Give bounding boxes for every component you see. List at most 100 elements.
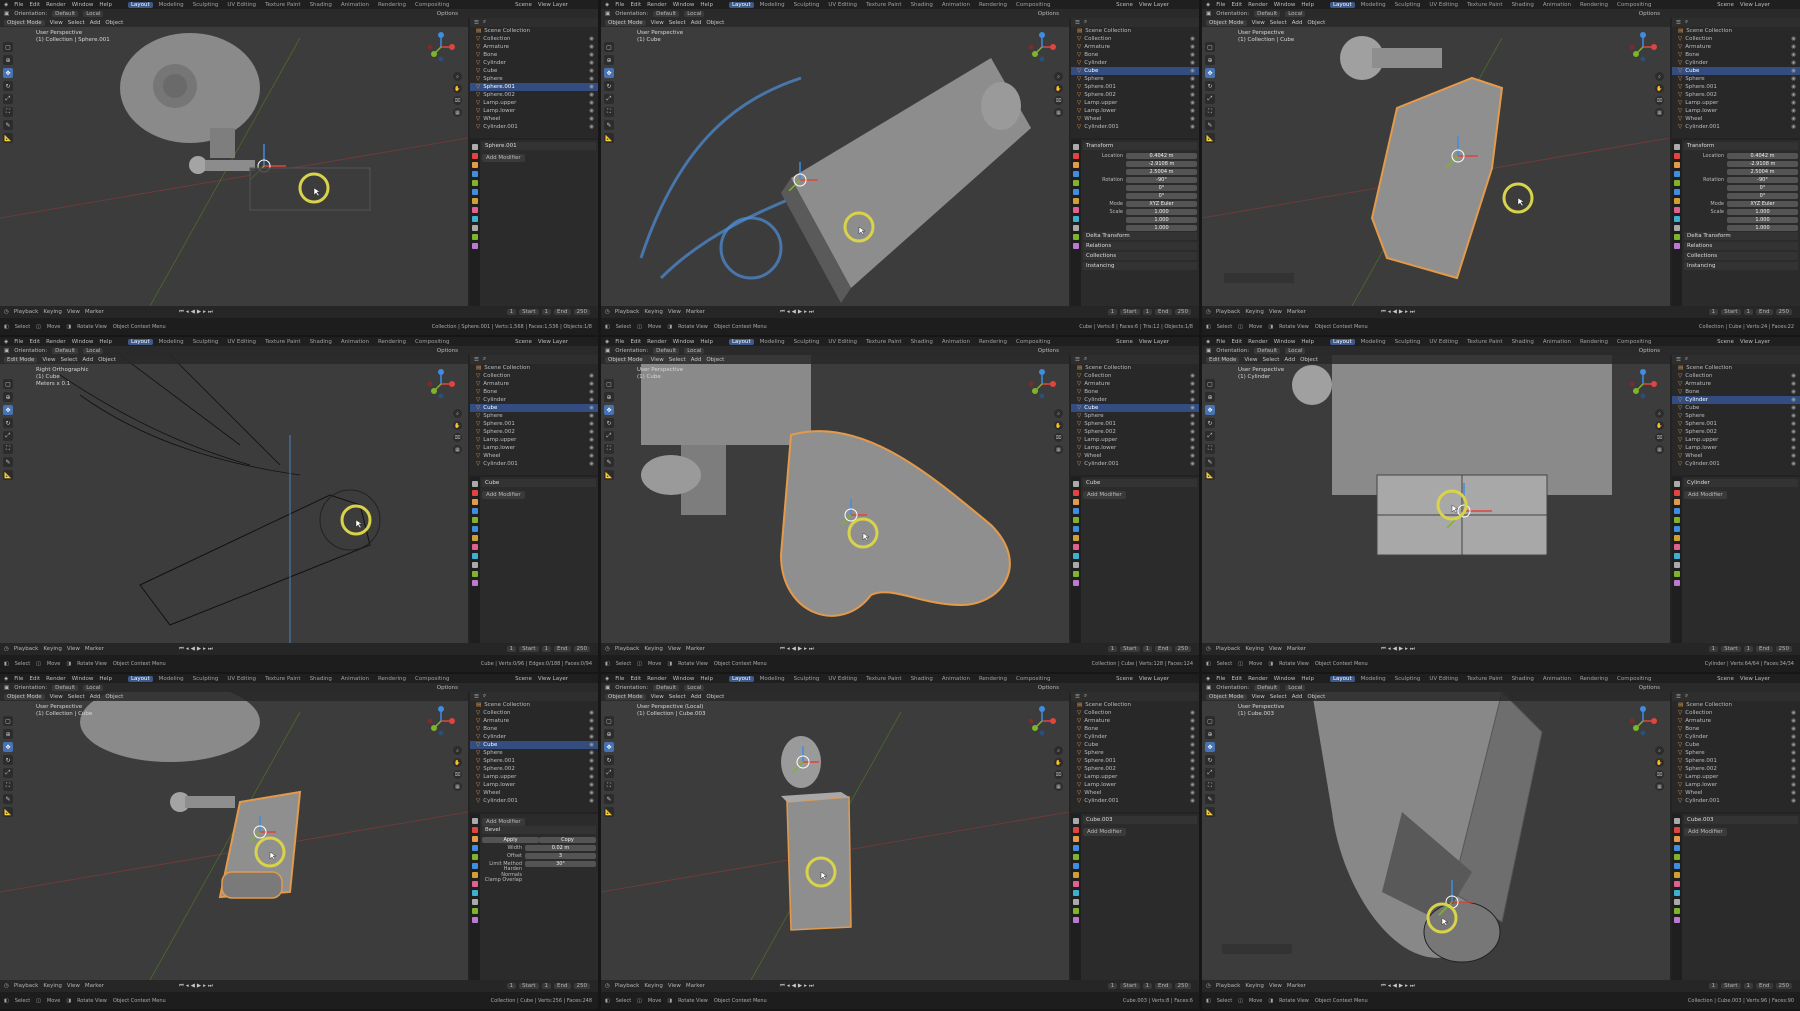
outliner-item[interactable]: ▽ Armature ◉ xyxy=(1071,717,1199,725)
outliner-item[interactable]: ▽ Sphere.001 ◉ xyxy=(1672,420,1800,428)
tab-modeling[interactable]: Modeling xyxy=(156,676,187,682)
menu-add[interactable]: Add xyxy=(90,20,101,26)
start-frame-field[interactable]: 1 xyxy=(541,983,552,989)
orientation-dropdown[interactable]: Default xyxy=(52,10,79,17)
outliner-item[interactable]: ▽ Sphere ◉ xyxy=(1672,412,1800,420)
3d-viewport[interactable]: Edit Mode View Select Add Object User Pe… xyxy=(1202,355,1670,643)
measure-icon[interactable]: 📐 xyxy=(1205,807,1215,817)
editor-type-icon[interactable]: ▣ xyxy=(605,685,610,691)
3d-viewport[interactable]: Object Mode View Select Add Object User … xyxy=(601,18,1069,306)
outliner-item[interactable]: ▽ Lamp.lower ◉ xyxy=(1672,107,1800,115)
tab-shading[interactable]: Shading xyxy=(1509,676,1537,682)
tab-uv-editing[interactable]: UV Editing xyxy=(825,2,860,8)
annotate-icon[interactable]: ✎ xyxy=(604,120,614,130)
timeline-icon[interactable]: ◷ xyxy=(605,309,610,315)
visibility-eye-icon[interactable]: ◉ xyxy=(589,68,594,74)
menu-file[interactable]: File xyxy=(14,676,23,682)
play-icon[interactable]: ▶ xyxy=(1399,646,1403,653)
properties-tab-icon[interactable] xyxy=(1674,845,1680,851)
ortho-toggle-icon[interactable]: ▦ xyxy=(1655,445,1664,454)
properties-tab-icon[interactable] xyxy=(1073,243,1079,249)
visibility-eye-icon[interactable]: ◉ xyxy=(589,758,594,764)
outliner-item[interactable]: ▽ Bone ◉ xyxy=(1672,388,1800,396)
transform-icon[interactable]: ⛶ xyxy=(3,781,13,791)
timeline-marker[interactable]: Marker xyxy=(1287,646,1306,652)
properties-tab-icon[interactable] xyxy=(472,171,478,177)
move-icon[interactable]: ✥ xyxy=(1205,68,1215,78)
properties-tab-icon[interactable] xyxy=(1073,508,1079,514)
outliner-filter-icon[interactable]: ☰ xyxy=(474,694,479,700)
transform-panel-title[interactable]: Transform xyxy=(1083,142,1197,150)
menu-select[interactable]: Select xyxy=(1270,20,1287,26)
outliner-item[interactable]: ▽ Sphere.001 ◉ xyxy=(1672,757,1800,765)
mode-dropdown[interactable]: Object Mode xyxy=(605,356,646,363)
camera-icon[interactable]: ⌧ xyxy=(453,770,462,779)
menu-view[interactable]: View xyxy=(1252,694,1265,700)
properties-tab-icon[interactable] xyxy=(1674,818,1680,824)
properties-tab-icon[interactable] xyxy=(472,225,478,231)
visibility-eye-icon[interactable]: ◉ xyxy=(589,782,594,788)
properties-tab-icon[interactable] xyxy=(472,890,478,896)
zoom-icon[interactable]: ⌕ xyxy=(1655,746,1664,755)
visibility-eye-icon[interactable]: ◉ xyxy=(589,718,594,724)
properties-tab-icon[interactable] xyxy=(472,917,478,923)
outliner-item[interactable]: ▽ Lamp.lower ◉ xyxy=(470,444,598,452)
outliner-item[interactable]: ▽ Cylinder ◉ xyxy=(470,59,598,67)
menu-render[interactable]: Render xyxy=(46,2,66,8)
current-frame-field[interactable]: 1 xyxy=(506,646,517,652)
view-layer-selector[interactable]: View Layer xyxy=(538,339,598,345)
timeline-playback[interactable]: Playback xyxy=(1216,646,1241,652)
scale-icon[interactable]: ⤢ xyxy=(3,94,13,104)
properties-tab-icon[interactable] xyxy=(1674,553,1680,559)
menu-edit[interactable]: Edit xyxy=(630,676,641,682)
visibility-eye-icon[interactable]: ◉ xyxy=(589,373,594,379)
transform-pivot-dropdown[interactable]: Local xyxy=(1285,10,1306,17)
timeline-view[interactable]: View xyxy=(1269,983,1282,989)
properties-tab-icon[interactable] xyxy=(472,216,478,222)
navigation-gizmo[interactable] xyxy=(1628,32,1658,62)
next-key-icon[interactable]: ▸ xyxy=(804,646,807,653)
properties-tab-icon[interactable] xyxy=(472,153,478,159)
outliner-item[interactable]: ▽ Armature ◉ xyxy=(1071,43,1199,51)
outliner-item[interactable]: ▽ Lamp.lower ◉ xyxy=(1071,781,1199,789)
outliner-item[interactable]: ▽ Wheel ◉ xyxy=(1071,789,1199,797)
menu-view[interactable]: View xyxy=(1252,20,1265,26)
properties-tab-icon[interactable] xyxy=(472,499,478,505)
outliner-filter-icon[interactable]: ☰ xyxy=(1676,20,1681,26)
bevel-modifier-title[interactable]: Bevel xyxy=(482,826,596,834)
rotation-mode-dropdown[interactable]: XYZ Euler xyxy=(1727,201,1798,207)
editor-type-icon[interactable]: ▣ xyxy=(4,348,9,354)
tab-sculpting[interactable]: Sculpting xyxy=(791,676,823,682)
options-dropdown[interactable]: Options xyxy=(437,685,598,691)
visibility-eye-icon[interactable]: ◉ xyxy=(1791,734,1796,740)
rotation-z-field[interactable]: 0° xyxy=(1126,193,1197,199)
mode-dropdown[interactable]: Object Mode xyxy=(1206,19,1247,26)
tab-sculpting[interactable]: Sculpting xyxy=(190,339,222,345)
pan-icon[interactable]: ✋ xyxy=(1054,421,1063,430)
outliner-item[interactable]: ▽ Lamp.upper ◉ xyxy=(1071,436,1199,444)
annotate-icon[interactable]: ✎ xyxy=(1205,120,1215,130)
properties-tab-icon[interactable] xyxy=(1674,836,1680,842)
tab-animation[interactable]: Animation xyxy=(1540,676,1574,682)
properties-tab-icon[interactable] xyxy=(472,899,478,905)
timeline-keying[interactable]: Keying xyxy=(43,646,61,652)
properties-tab-icon[interactable] xyxy=(1674,917,1680,923)
visibility-eye-icon[interactable]: ◉ xyxy=(1791,421,1796,427)
cursor-icon[interactable]: ⊕ xyxy=(1205,729,1215,739)
properties-tab-icon[interactable] xyxy=(472,571,478,577)
menu-add[interactable]: Add xyxy=(1284,357,1295,363)
relations-panel[interactable]: Relations xyxy=(1684,242,1798,250)
measure-icon[interactable]: 📐 xyxy=(3,133,13,143)
outliner-filter-icon[interactable]: ☰ xyxy=(1075,694,1080,700)
timeline-view[interactable]: View xyxy=(67,646,80,652)
visibility-eye-icon[interactable]: ◉ xyxy=(1791,726,1796,732)
visibility-eye-icon[interactable]: ◉ xyxy=(589,44,594,50)
properties-tab-icon[interactable] xyxy=(1674,180,1680,186)
properties-tab-icon[interactable] xyxy=(472,553,478,559)
outliner-item[interactable]: ▽ Cube ◉ xyxy=(1672,741,1800,749)
outliner-item[interactable]: ▽ Cylinder ◉ xyxy=(1071,396,1199,404)
scale-icon[interactable]: ⤢ xyxy=(3,768,13,778)
visibility-eye-icon[interactable]: ◉ xyxy=(1791,397,1796,403)
tab-uv-editing[interactable]: UV Editing xyxy=(1426,676,1461,682)
tab-sculpting[interactable]: Sculpting xyxy=(1392,2,1424,8)
